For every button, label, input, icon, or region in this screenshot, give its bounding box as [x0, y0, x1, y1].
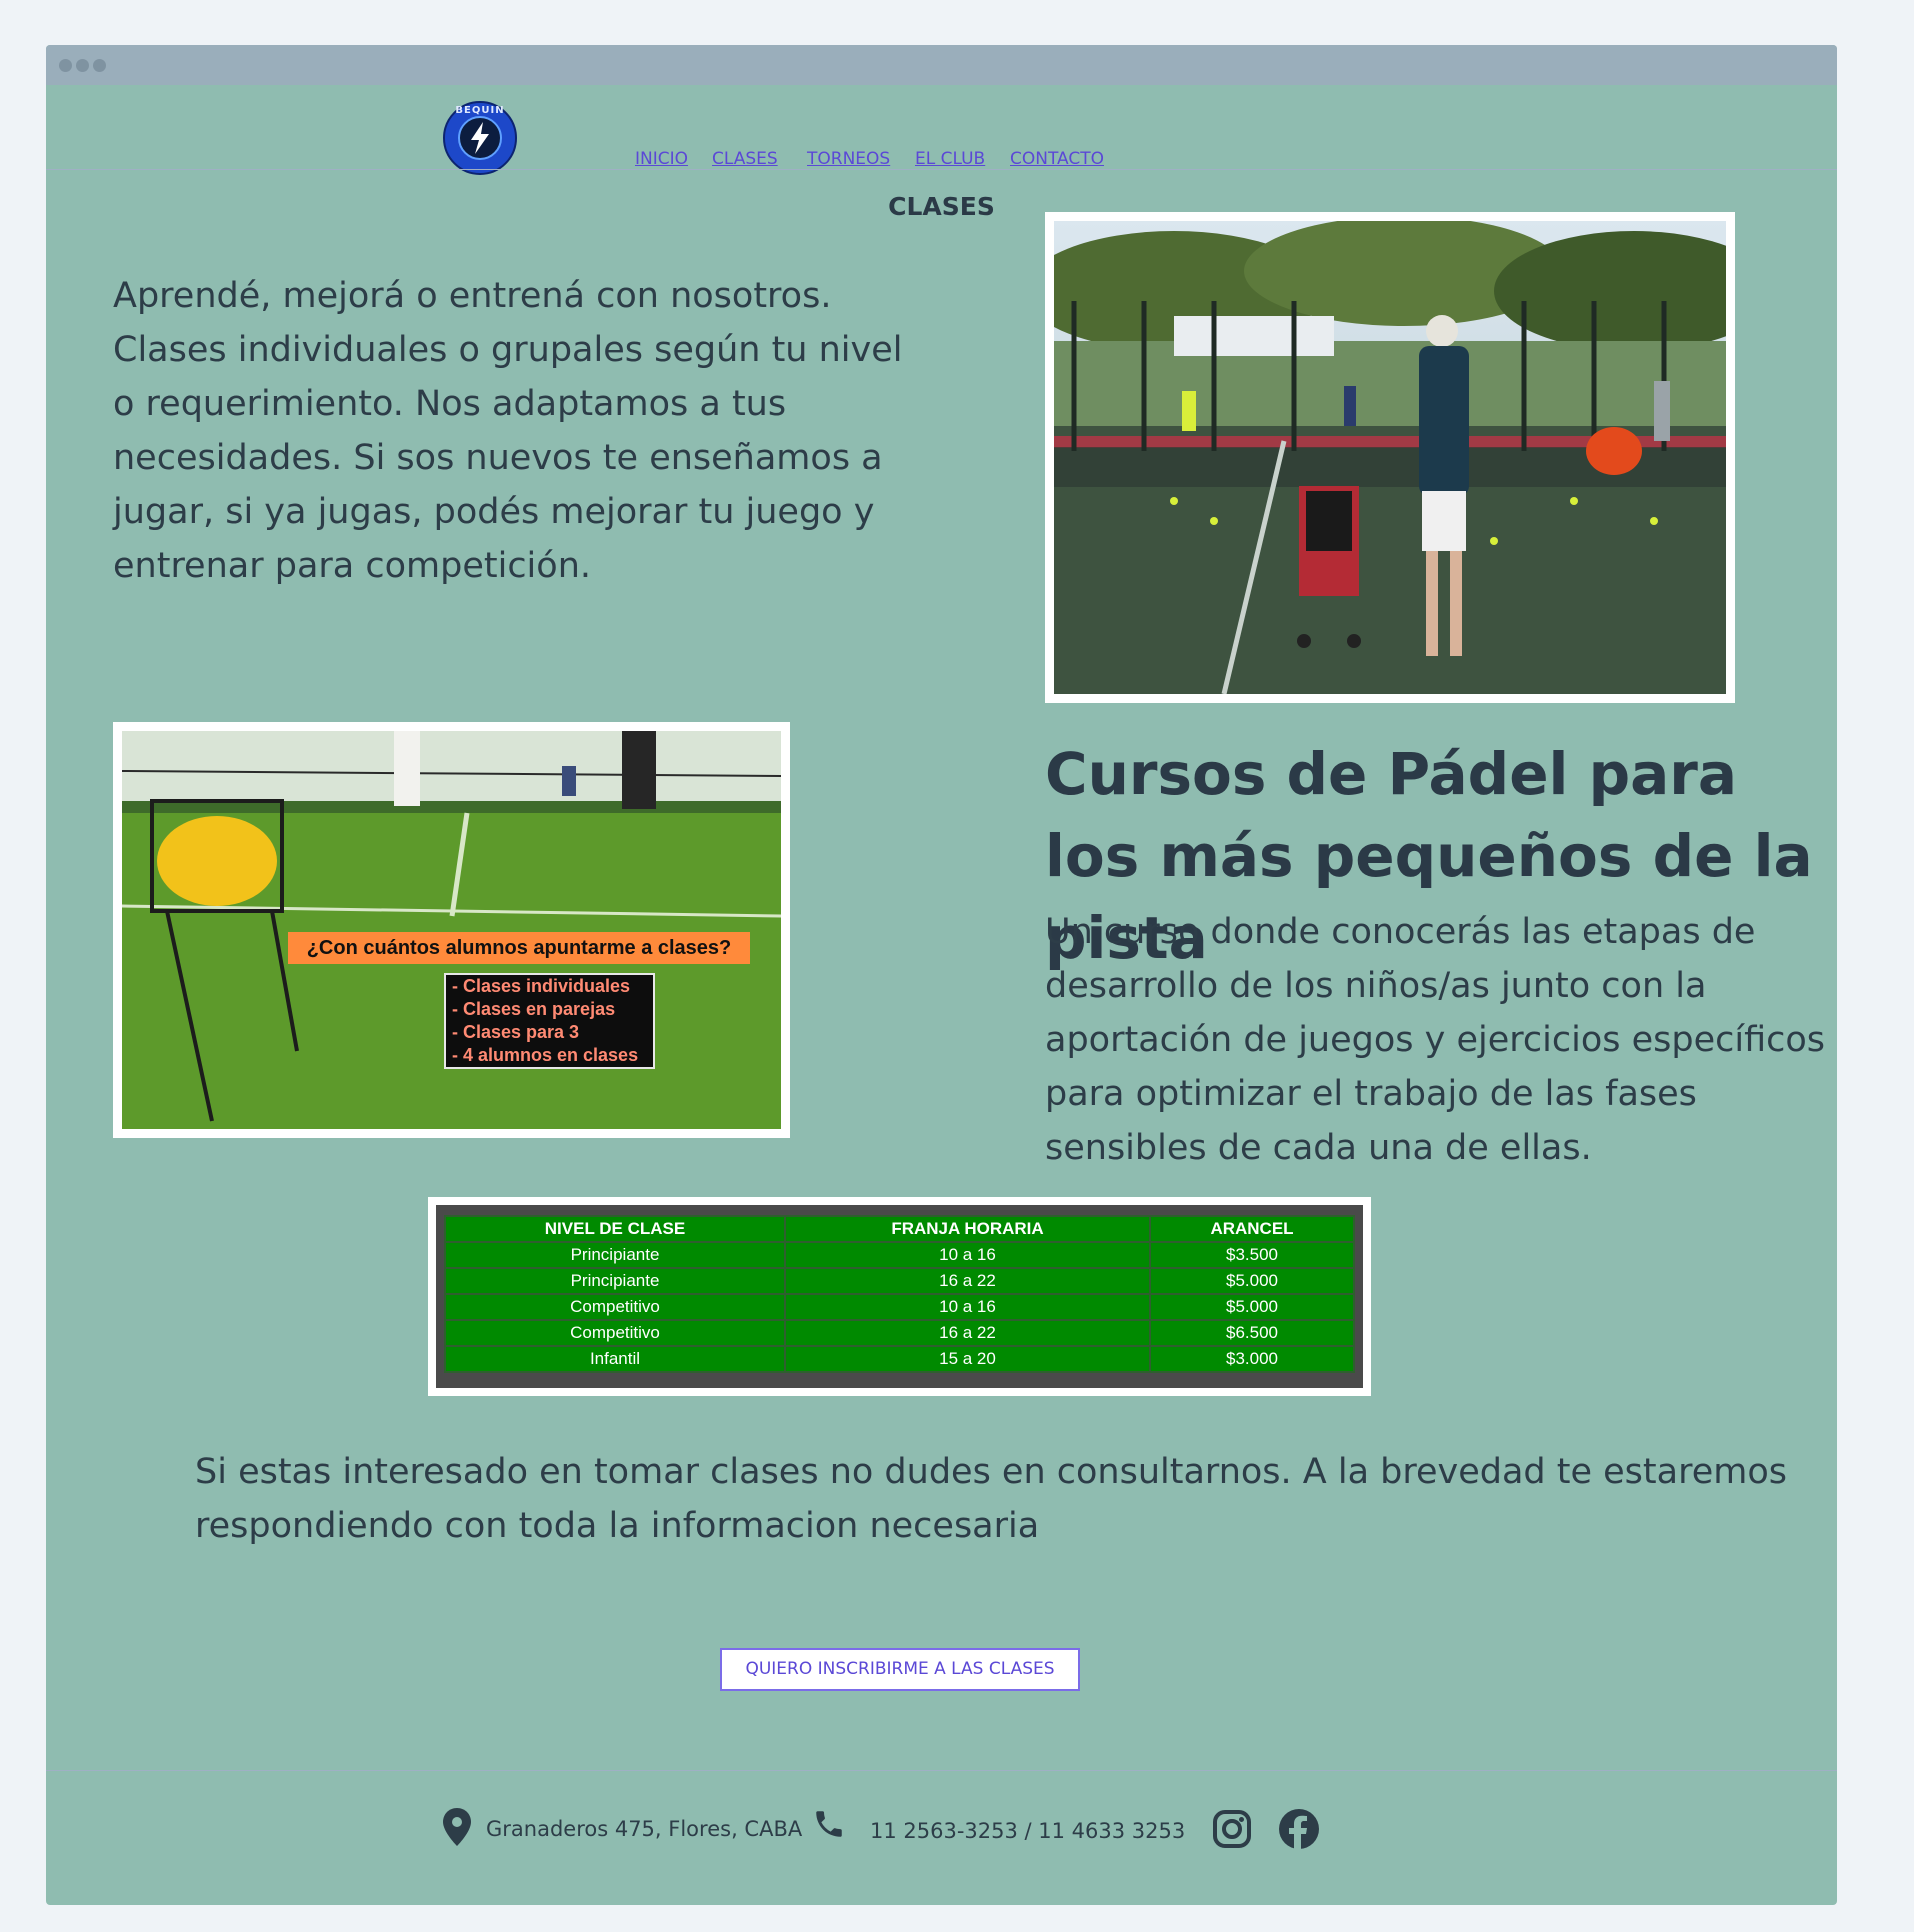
window-dot: [59, 59, 72, 72]
coach-photo: [1054, 221, 1726, 694]
club-logo[interactable]: BEQUIN: [443, 101, 517, 175]
table-cell: 15 a 20: [784, 1345, 1151, 1373]
table-cell: Principiante: [444, 1267, 786, 1295]
photo-frame-coach: [1045, 212, 1735, 703]
footer-phone: 11 2563-3253 / 11 4633 3253: [870, 1819, 1186, 1843]
lightning-icon: [458, 116, 502, 160]
table-cell: 10 a 16: [784, 1241, 1151, 1269]
table-cell: Principiante: [444, 1241, 786, 1269]
lessons-list-item: - 4 alumnos en clases: [452, 1045, 639, 1065]
lessons-list-item: - Clases individuales: [452, 976, 631, 996]
browser-window: BEQUIN INICIO CLASES TORNEOS EL CLUB CON…: [46, 45, 1837, 1905]
lessons-list-item: - Clases en parejas: [452, 999, 616, 1019]
table-cell: $3.000: [1149, 1345, 1355, 1373]
logo-text: BEQUIN: [455, 105, 505, 116]
cursos-paragraph: Un curso donde conocerás las etapas de d…: [1045, 912, 1826, 1168]
table-row: Principiante 16 a 22 $5.000: [444, 1267, 1355, 1295]
nav-el-club[interactable]: EL CLUB: [915, 149, 985, 169]
intro-paragraph: Aprendé, mejorá o entrená con nosotros. …: [113, 276, 903, 586]
table-cell: Infantil: [444, 1345, 786, 1373]
table-cell: Competitivo: [444, 1293, 786, 1321]
table-row: Competitivo 16 a 22 $6.500: [444, 1319, 1355, 1347]
nav-inicio[interactable]: INICIO: [635, 149, 688, 169]
facebook-icon[interactable]: [1278, 1808, 1320, 1854]
table-header: NIVEL DE CLASE: [444, 1215, 786, 1243]
table-row: Competitivo 10 a 16 $5.000: [444, 1293, 1355, 1321]
table-cell: $3.500: [1149, 1241, 1355, 1269]
table-cell: 10 a 16: [784, 1293, 1151, 1321]
enroll-button[interactable]: QUIERO INSCRIBIRME A LAS CLASES: [720, 1648, 1080, 1691]
map-pin-icon: [442, 1807, 472, 1851]
table-cell: Competitivo: [444, 1319, 786, 1347]
table-row: Principiante 10 a 16 $3.500: [444, 1241, 1355, 1269]
footer-divider: [46, 1770, 1837, 1771]
window-titlebar: [46, 45, 1837, 85]
table-header-row: NIVEL DE CLASE FRANJA HORARIA ARANCEL: [444, 1215, 1355, 1243]
table-header: ARANCEL: [1149, 1215, 1355, 1243]
lessons-photo: ¿Con cuántos alumnos apuntarme a clases?…: [122, 731, 781, 1129]
instagram-icon[interactable]: [1212, 1809, 1252, 1853]
photo-frame-lessons: ¿Con cuántos alumnos apuntarme a clases?…: [113, 722, 790, 1138]
lessons-caption: ¿Con cuántos alumnos apuntarme a clases?: [288, 932, 750, 964]
nav-clases[interactable]: CLASES: [712, 149, 778, 169]
table-header: FRANJA HORARIA: [784, 1215, 1151, 1243]
table-cell: 16 a 22: [784, 1267, 1151, 1295]
lessons-list: - Clases individuales - Clases en pareja…: [444, 973, 655, 1069]
nav-contacto[interactable]: CONTACTO: [1010, 149, 1104, 169]
price-table-frame: NIVEL DE CLASE FRANJA HORARIA ARANCEL Pr…: [428, 1197, 1371, 1396]
window-dot: [76, 59, 89, 72]
table-cell: 16 a 22: [784, 1319, 1151, 1347]
table-row: Infantil 15 a 20 $3.000: [444, 1345, 1355, 1373]
price-table-image: NIVEL DE CLASE FRANJA HORARIA ARANCEL Pr…: [436, 1205, 1363, 1388]
window-dot: [93, 59, 106, 72]
nav-torneos[interactable]: TORNEOS: [807, 149, 890, 169]
phone-icon[interactable]: [812, 1807, 846, 1845]
table-cell: $5.000: [1149, 1267, 1355, 1295]
table-cell: $5.000: [1149, 1293, 1355, 1321]
price-table: NIVEL DE CLASE FRANJA HORARIA ARANCEL Pr…: [444, 1215, 1355, 1373]
footer-address: Granaderos 475, Flores, CABA: [486, 1817, 803, 1841]
lessons-list-item: - Clases para 3: [452, 1022, 580, 1042]
header-divider: [46, 169, 1837, 170]
table-cell: $6.500: [1149, 1319, 1355, 1347]
consult-paragraph: Si estas interesado en tomar clases no d…: [195, 1452, 1787, 1546]
